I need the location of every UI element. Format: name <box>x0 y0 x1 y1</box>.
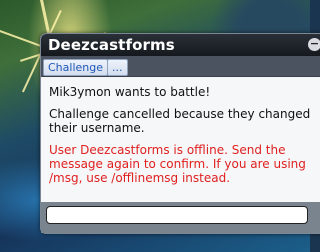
error-message: User Deezcastforms is offline. Send the … <box>49 143 306 185</box>
chat-message: Challenge cancelled because they changed… <box>49 107 311 135</box>
chat-input-bar <box>41 202 320 233</box>
chat-message: Mik3ymon wants to battle! <box>49 85 211 99</box>
pm-window-title[interactable]: Deezcastforms <box>48 36 175 54</box>
chat-input[interactable] <box>46 206 308 224</box>
pm-window: Deezcastforms − Challenge ... Mik3ymon w… <box>40 33 320 234</box>
pm-titlebar[interactable]: Deezcastforms − <box>41 34 320 56</box>
pm-toolbar: Challenge ... <box>41 56 320 77</box>
minimize-icon[interactable]: − <box>308 38 320 51</box>
message-log: Mik3ymon wants to battle! Challenge canc… <box>41 78 320 202</box>
challenge-button[interactable]: Challenge <box>43 59 108 76</box>
more-options-button[interactable]: ... <box>107 59 128 76</box>
